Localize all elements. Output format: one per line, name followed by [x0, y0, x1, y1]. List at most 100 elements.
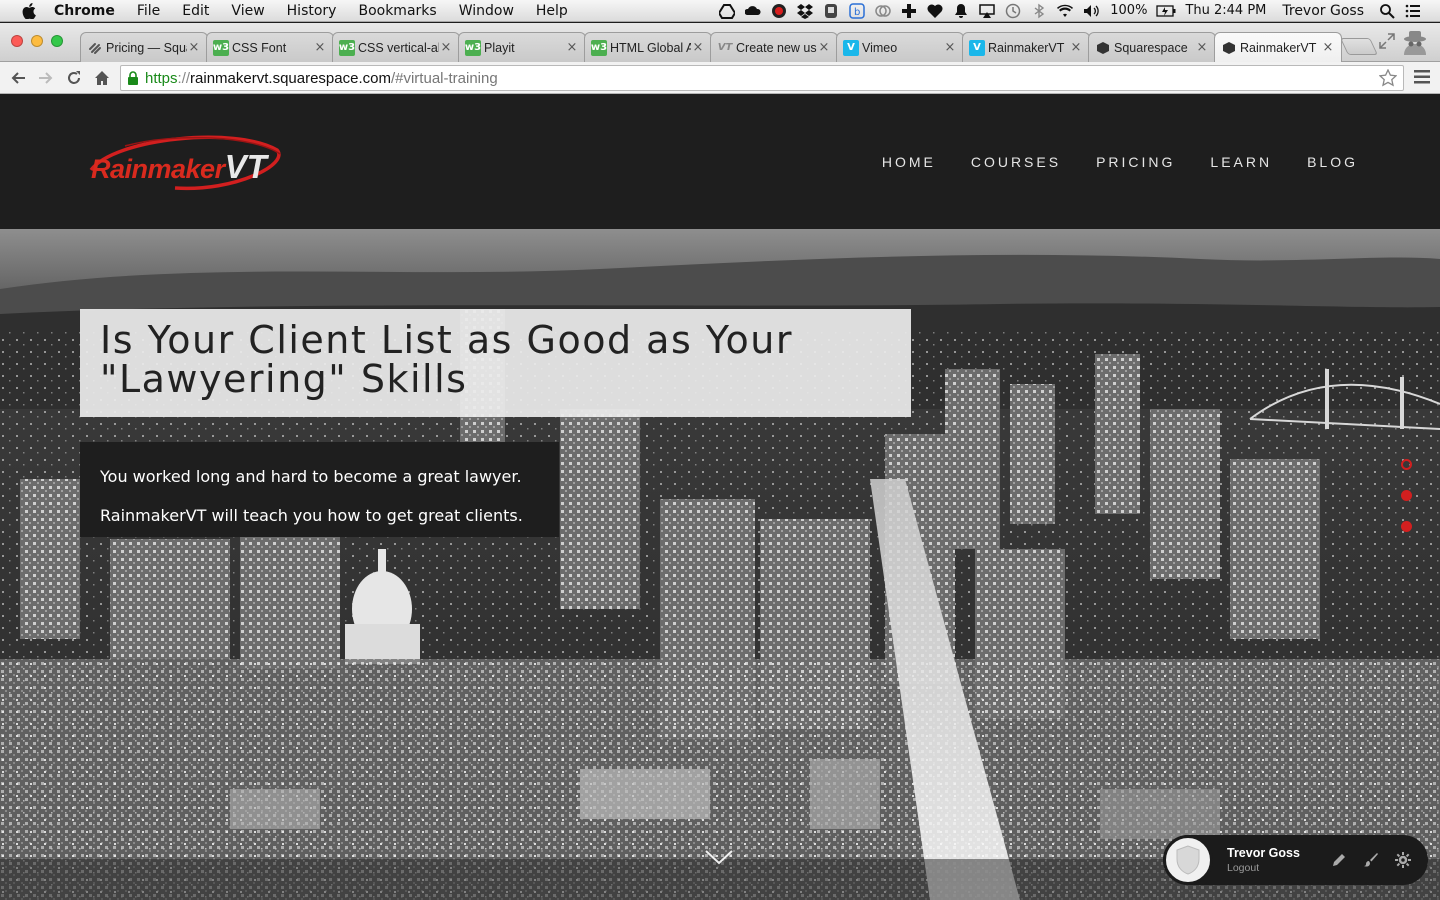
- wifi-icon[interactable]: [1055, 2, 1075, 20]
- menubar-clock[interactable]: Thu 2:44 PM: [1179, 3, 1272, 18]
- notification-center-icon[interactable]: [1403, 2, 1423, 20]
- menubar-user[interactable]: Trevor Goss: [1272, 3, 1374, 19]
- tab-title: HTML Global Attributes: [610, 40, 691, 55]
- close-tab-icon[interactable]: ×: [817, 40, 831, 55]
- vimeo-icon: V: [969, 39, 985, 56]
- google-drive-icon[interactable]: [717, 2, 737, 20]
- browser-tab[interactable]: V RainmakerVT ×: [962, 32, 1090, 62]
- hero-section: Is Your Client List as Good as Your "Law…: [0, 229, 1440, 900]
- url-separator: ://: [177, 69, 191, 87]
- browser-tab[interactable]: w3 CSS vertical-align ×: [332, 32, 460, 62]
- evernote-icon[interactable]: [821, 2, 841, 20]
- menu-help[interactable]: Help: [525, 3, 579, 19]
- cloud-sync-icon[interactable]: [873, 2, 893, 20]
- tab-title: RainmakerVT: [1240, 40, 1317, 55]
- menu-edit[interactable]: Edit: [171, 3, 220, 19]
- notification-bell-icon[interactable]: [951, 2, 971, 20]
- section-dot-active[interactable]: [1401, 459, 1412, 470]
- dropbox-icon[interactable]: [795, 2, 815, 20]
- close-tab-icon[interactable]: ×: [439, 40, 453, 55]
- section-dot[interactable]: [1401, 521, 1412, 532]
- menu-bookmarks[interactable]: Bookmarks: [347, 3, 447, 19]
- browser-tab[interactable]: w3 CSS Font ×: [206, 32, 334, 62]
- plus-app-icon[interactable]: [899, 2, 919, 20]
- headline-box: Is Your Client List as Good as Your "Law…: [80, 309, 911, 417]
- creative-cloud-icon[interactable]: [743, 2, 763, 20]
- pencil-icon[interactable]: [1330, 851, 1348, 869]
- profile-avatar-icon[interactable]: [1400, 29, 1430, 55]
- close-tab-icon[interactable]: ×: [1195, 40, 1209, 55]
- tab-title: Pricing — Squarespace: [106, 40, 187, 55]
- nav-pricing[interactable]: PRICING: [1096, 154, 1175, 170]
- close-tab-icon[interactable]: ×: [691, 40, 705, 55]
- user-avatar[interactable]: [1163, 835, 1213, 885]
- subheadline-box: You worked long and hard to become a gre…: [80, 442, 559, 537]
- close-tab-icon[interactable]: ×: [313, 40, 327, 55]
- squarespace-icon: [87, 40, 103, 56]
- heart-icon[interactable]: [925, 2, 945, 20]
- b-app-icon[interactable]: b: [847, 2, 867, 20]
- section-dot[interactable]: [1401, 490, 1412, 501]
- apple-menu-icon[interactable]: [18, 0, 40, 22]
- nav-home[interactable]: HOME: [882, 154, 936, 170]
- browser-tab[interactable]: w3 HTML Global Attributes ×: [584, 32, 712, 62]
- macos-menu-bar: Chrome File Edit View History Bookmarks …: [0, 0, 1440, 22]
- minimize-window-button[interactable]: [31, 35, 43, 47]
- address-bar[interactable]: https://rainmakervt.squarespace.com/#vir…: [120, 65, 1404, 91]
- url-path: /#virtual-training: [390, 69, 498, 87]
- chrome-menu-icon[interactable]: [1414, 70, 1430, 84]
- home-button[interactable]: [90, 66, 114, 90]
- section-pagination-dots: [1401, 459, 1412, 532]
- logout-link[interactable]: Logout: [1227, 862, 1300, 874]
- squarespace-icon: [1221, 40, 1237, 56]
- reload-button[interactable]: [62, 66, 86, 90]
- tab-title: CSS Font: [232, 40, 287, 55]
- w3schools-icon: w3: [465, 39, 481, 56]
- bookmark-star-icon[interactable]: [1379, 69, 1397, 87]
- zoom-window-button[interactable]: [51, 35, 63, 47]
- close-tab-icon[interactable]: ×: [1321, 40, 1335, 55]
- new-tab-button[interactable]: [1340, 38, 1378, 55]
- chevron-down-icon[interactable]: [704, 849, 734, 865]
- close-tab-icon[interactable]: ×: [943, 40, 957, 55]
- browser-tab-active[interactable]: RainmakerVT ×: [1214, 32, 1342, 62]
- close-tab-icon[interactable]: ×: [187, 40, 201, 55]
- menu-view[interactable]: View: [220, 3, 275, 19]
- w3schools-icon: w3: [213, 39, 229, 56]
- menu-app-name[interactable]: Chrome: [40, 3, 126, 19]
- bluetooth-icon[interactable]: [1029, 2, 1049, 20]
- menu-file[interactable]: File: [126, 3, 171, 19]
- menu-history[interactable]: History: [276, 3, 348, 19]
- volume-icon[interactable]: [1081, 2, 1101, 20]
- site-header: RainmakerVT HOME COURSES PRICING LEARN B…: [0, 94, 1440, 229]
- vt-icon: VT: [717, 42, 733, 53]
- close-tab-icon[interactable]: ×: [565, 40, 579, 55]
- site-logo[interactable]: RainmakerVT: [85, 130, 285, 194]
- forward-button[interactable]: [34, 66, 58, 90]
- fullscreen-icon[interactable]: [1378, 32, 1396, 50]
- record-icon[interactable]: [769, 2, 789, 20]
- battery-icon[interactable]: [1156, 2, 1176, 20]
- secure-lock-icon[interactable]: [121, 71, 145, 85]
- browser-tab[interactable]: Squarespace ×: [1088, 32, 1216, 62]
- spotlight-search-icon[interactable]: [1377, 2, 1397, 20]
- time-machine-icon[interactable]: [1003, 2, 1023, 20]
- browser-tab[interactable]: w3 Playit ×: [458, 32, 586, 62]
- airplay-icon[interactable]: [977, 2, 997, 20]
- close-window-button[interactable]: [11, 35, 23, 47]
- browser-toolbar: https://rainmakervt.squarespace.com/#vir…: [0, 62, 1440, 94]
- nav-courses[interactable]: COURSES: [971, 154, 1061, 170]
- nav-blog[interactable]: BLOG: [1307, 154, 1358, 170]
- gear-icon[interactable]: [1394, 851, 1412, 869]
- browser-tab[interactable]: V Vimeo ×: [836, 32, 964, 62]
- nav-learn[interactable]: LEARN: [1210, 154, 1272, 170]
- menu-window[interactable]: Window: [448, 3, 525, 19]
- brush-icon[interactable]: [1362, 851, 1380, 869]
- close-tab-icon[interactable]: ×: [1069, 40, 1083, 55]
- back-button[interactable]: [6, 66, 30, 90]
- logo-text: Rainmaker: [91, 154, 225, 184]
- logo-wordmark: RainmakerVT: [91, 148, 267, 186]
- browser-tab[interactable]: VT Create new user ×: [710, 32, 838, 62]
- user-tools: [1330, 851, 1428, 869]
- browser-tab[interactable]: Pricing — Squarespace ×: [80, 32, 208, 62]
